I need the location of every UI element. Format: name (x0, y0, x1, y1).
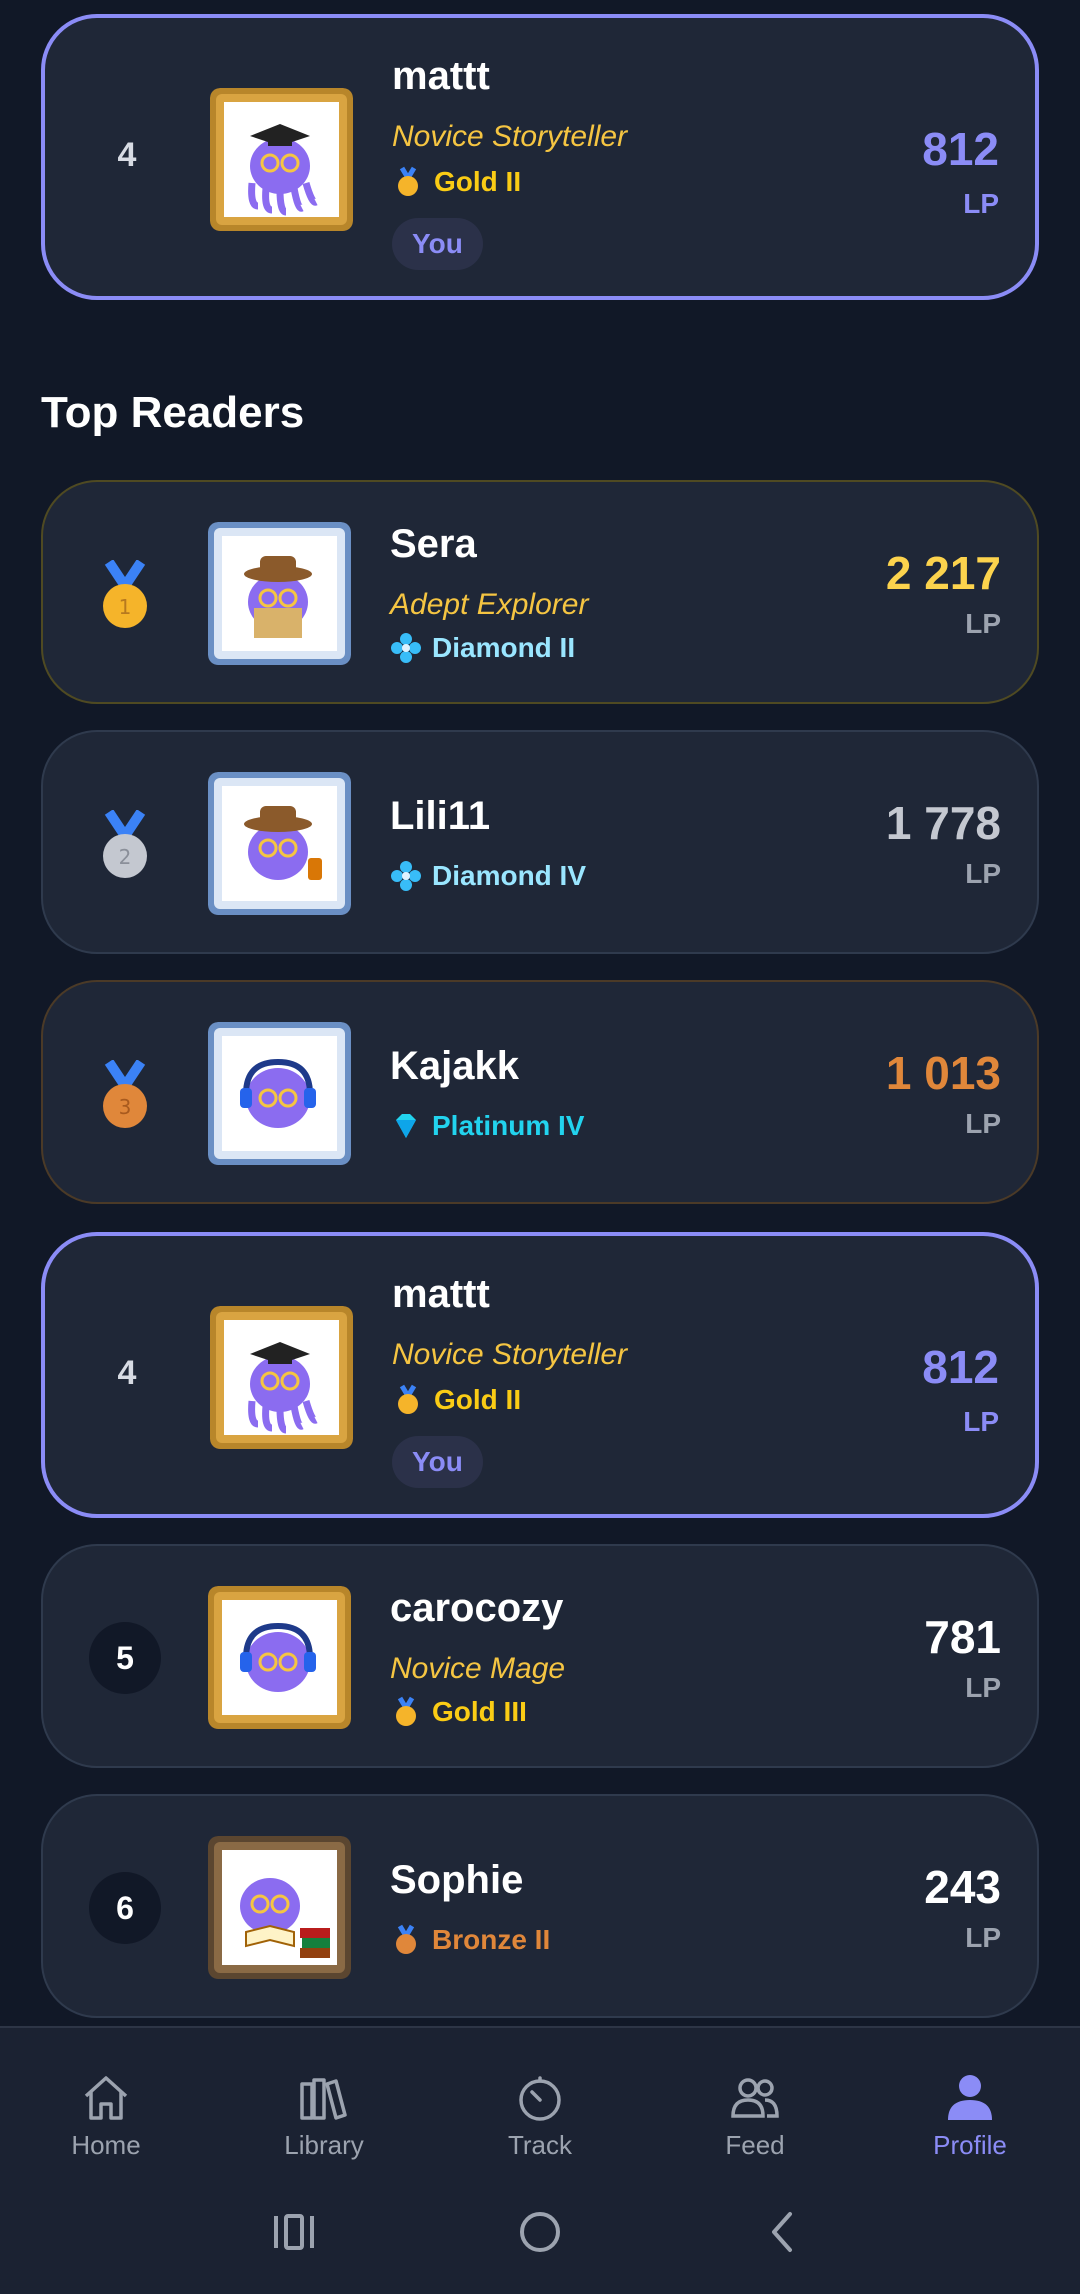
reader-card[interactable]: 6 Sophie Bronze II 243 LP (41, 1794, 1039, 2018)
tier-badge: Gold III (390, 1696, 527, 1728)
nav-label: Home (71, 2130, 141, 2160)
tier-badge: Platinum IV (390, 1110, 584, 1142)
system-nav-bar (0, 2180, 1080, 2290)
reader-name: mattt (392, 1272, 490, 1316)
lp-label: LP (965, 608, 1001, 639)
recent-apps-icon[interactable] (264, 2202, 324, 2262)
avatar (210, 88, 353, 231)
score: 1 013 (885, 1047, 1001, 1099)
reader-card[interactable]: 3 Kajakk Platinum IV 1 013 LP (41, 980, 1039, 1204)
pinned-user-card[interactable]: 4 mattt Novice Storyteller Gold II You 8… (41, 14, 1039, 300)
rank-number: 4 (117, 1354, 137, 1392)
gold-medal-icon (396, 1696, 416, 1726)
library-icon (300, 2078, 347, 2120)
tier-badge: Gold II (392, 1384, 521, 1416)
reader-name: Sophie (390, 1858, 524, 1902)
nav-label: Library (284, 2130, 364, 2160)
gold-medal-icon (398, 1384, 418, 1414)
lp-label: LP (965, 1922, 1001, 1953)
timer-icon (519, 2076, 561, 2121)
score: 812 (922, 123, 999, 175)
rank-number: 5 (89, 1622, 161, 1694)
user-title: Novice Storyteller (392, 120, 628, 153)
person-icon (948, 2075, 992, 2120)
reader-title: Novice Mage (390, 1652, 566, 1685)
lp-label: LP (963, 188, 999, 219)
rank-number: 6 (89, 1872, 161, 1944)
bronze-medal-icon: 3 (103, 1060, 147, 1128)
nav-label: Feed (725, 2130, 785, 2160)
home-button-icon[interactable] (510, 2202, 570, 2262)
reader-card[interactable]: 5 carocozy Novice Mage Gold III 781 LP (41, 1544, 1039, 1768)
score: 243 (924, 1861, 1001, 1913)
you-badge: You (392, 1436, 483, 1488)
tier-label: Gold II (434, 1384, 522, 1415)
avatar (208, 1586, 351, 1729)
avatar (210, 1306, 353, 1449)
reader-card[interactable]: 2 Lili11 Diamond IV 1 778 LP (41, 730, 1039, 954)
lp-label: LP (965, 858, 1001, 889)
leaderboard-screen: 4 mattt Novice Storyteller Gold II You 8… (0, 0, 1080, 2294)
back-icon[interactable] (754, 2202, 814, 2262)
reader-card[interactable]: 1 Sera Adept Explorer Diamond II 2 217 L… (41, 480, 1039, 704)
svg-text:3: 3 (119, 1095, 132, 1119)
tier-badge: Bronze II (390, 1924, 550, 1956)
avatar (208, 1022, 351, 1165)
nav-item-track[interactable]: Track (450, 2070, 630, 2161)
gold-medal-icon: 1 (103, 560, 147, 628)
reader-card-current-user[interactable]: 4 mattt Novice Storyteller Gold II You 8… (41, 1232, 1039, 1518)
avatar (208, 772, 351, 915)
tier-badge: Diamond II (390, 632, 575, 664)
reader-name: carocozy (390, 1586, 564, 1630)
reader-title: Novice Storyteller (392, 1338, 628, 1371)
nav-item-feed[interactable]: Feed (665, 2070, 845, 2161)
tier-label: Gold II (434, 166, 522, 197)
lp-label: LP (963, 1406, 999, 1437)
tier-label: Gold III (432, 1696, 527, 1727)
nav-item-home[interactable]: Home (16, 2070, 196, 2161)
score: 781 (924, 1611, 1001, 1663)
score: 812 (922, 1341, 999, 1393)
svg-text:1: 1 (119, 595, 132, 619)
people-icon (731, 2078, 779, 2118)
tier-badge: Gold II (392, 166, 521, 198)
lp-label: LP (965, 1108, 1001, 1139)
nav-item-library[interactable]: Library (234, 2070, 414, 2161)
diamond-icon (391, 633, 421, 663)
score: 1 778 (885, 797, 1001, 849)
tier-label: Bronze II (432, 1924, 551, 1955)
nav-label: Track (507, 2130, 573, 2160)
reader-name: Lili11 (390, 794, 491, 838)
diamond-icon (391, 861, 421, 891)
tier-label: Diamond II (432, 632, 576, 663)
tier-label: Platinum IV (432, 1110, 585, 1141)
section-title: Top Readers (41, 388, 305, 437)
score: 2 217 (885, 547, 1001, 599)
reader-title: Adept Explorer (390, 588, 589, 621)
gold-medal-icon (398, 166, 418, 196)
silver-medal-icon: 2 (103, 810, 147, 878)
lp-label: LP (965, 1672, 1001, 1703)
bronze-medal-icon (396, 1924, 416, 1954)
nav-item-profile[interactable]: Profile (880, 2070, 1060, 2161)
reader-name: Sera (390, 522, 477, 566)
you-badge: You (392, 218, 483, 270)
user-name: mattt (392, 54, 490, 98)
gem-icon (396, 1114, 416, 1138)
tier-badge: Diamond IV (390, 860, 586, 892)
tier-label: Diamond IV (432, 860, 587, 891)
nav-label: Profile (933, 2130, 1007, 2160)
reader-name: Kajakk (390, 1044, 519, 1088)
avatar (208, 1836, 351, 1979)
rank-number: 4 (117, 136, 137, 174)
avatar (208, 522, 351, 665)
svg-text:2: 2 (119, 845, 132, 869)
home-icon (84, 2076, 128, 2120)
